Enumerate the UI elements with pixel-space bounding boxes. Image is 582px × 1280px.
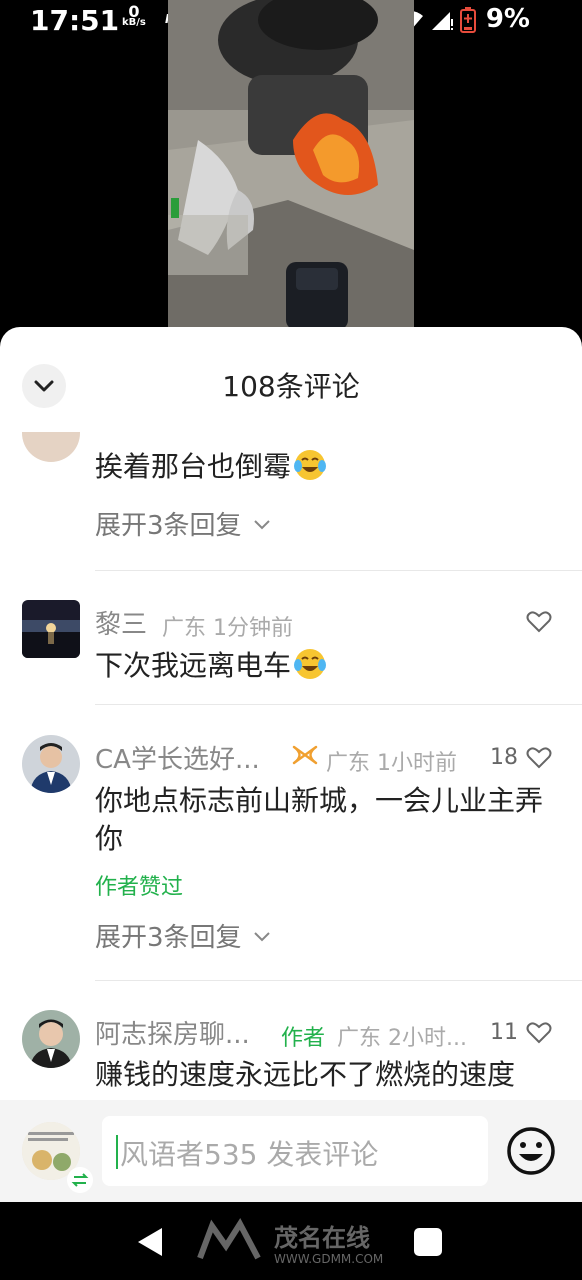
watermark: 茂名在线 WWW.GDMM.COM	[196, 1216, 383, 1266]
comment-input-bar: 风语者535 发表评论	[0, 1100, 582, 1202]
system-nav-bar: 茂名在线 WWW.GDMM.COM	[0, 1202, 582, 1280]
signal-icon	[432, 12, 453, 30]
comment-sheet: 108条评论 挨着那台也倒霉 展开3条回复 黎三 广东 1分钟前 下次我远离电车…	[0, 327, 582, 1202]
creator-badge-icon	[292, 745, 318, 765]
comment-text-content: 挨着那台也倒霉	[95, 450, 292, 483]
comment-meta: 广东 1小时前	[326, 751, 457, 776]
status-time: 17:51	[30, 4, 120, 37]
expand-replies[interactable]: 展开3条回复	[95, 917, 272, 954]
comment-avatar[interactable]	[22, 600, 80, 658]
expand-replies-label: 展开3条回复	[95, 511, 242, 541]
like-button[interactable]: 18	[490, 745, 552, 770]
man-avatar-image	[22, 1010, 80, 1068]
liked-by-author-label: 作者赞过	[95, 875, 184, 900]
battery-low-icon	[460, 7, 476, 33]
watermark-brand: 茂名在线	[274, 1224, 370, 1252]
author-badge: 作者	[281, 1026, 326, 1051]
emoji-picker-icon[interactable]	[506, 1126, 556, 1176]
comment-input-placeholder: 风语者535 发表评论	[120, 1138, 379, 1171]
comment-text-content: 下次我远离电车	[95, 649, 292, 682]
switch-account-icon[interactable]	[66, 1166, 94, 1194]
sunset-avatar-image	[22, 600, 80, 658]
network-speed-value: 0	[128, 2, 140, 21]
text-caret	[116, 1135, 118, 1169]
expand-replies[interactable]: 展开3条回复	[95, 505, 272, 542]
watermark-url: WWW.GDMM.COM	[274, 1252, 384, 1266]
home-square-icon[interactable]	[414, 1228, 442, 1256]
like-count: 18	[490, 745, 518, 770]
comment-text: 下次我远离电车	[95, 647, 552, 685]
like-button[interactable]	[526, 610, 552, 634]
commenter-name[interactable]: CA学长选好...	[95, 739, 260, 776]
watermark-logo-icon	[197, 1218, 261, 1260]
comment-text: 你地点标志前山新城，一会儿业主弄你	[95, 784, 544, 855]
heart-icon	[526, 611, 552, 633]
laugh-cry-emoji-icon	[294, 450, 327, 480]
comment-divider	[95, 980, 582, 981]
like-count: 11	[490, 1020, 518, 1045]
comment-avatar[interactable]	[22, 735, 80, 793]
comment-avatar[interactable]	[22, 432, 80, 462]
comments-count-title: 108条评论	[222, 370, 360, 403]
network-speed: 0 kB/s	[122, 2, 146, 29]
battery-percent: 9%	[485, 4, 530, 34]
like-button[interactable]: 11	[490, 1020, 552, 1045]
comment-meta: 广东 2小时...	[337, 1026, 467, 1051]
heart-icon	[526, 746, 552, 768]
expand-replies-label: 展开3条回复	[95, 923, 242, 953]
heart-icon	[526, 1021, 552, 1043]
comment-avatar[interactable]	[22, 1010, 80, 1068]
network-speed-unit: kB/s	[122, 17, 146, 28]
comment-text: 挨着那台也倒霉	[95, 448, 552, 486]
man-in-suit-avatar-image	[22, 735, 80, 793]
comment-meta: 广东 1分钟前	[162, 616, 293, 641]
comment-list[interactable]: 挨着那台也倒霉 展开3条回复 黎三 广东 1分钟前 下次我远离电车 CA学长选好…	[0, 432, 582, 1102]
comment-divider	[95, 704, 582, 705]
chevron-down-icon	[253, 519, 270, 529]
commenter-name[interactable]: 黎三	[95, 604, 147, 641]
comment-divider	[95, 570, 582, 571]
video-thumbnail[interactable]	[168, 0, 414, 330]
video-frame-image	[168, 0, 414, 330]
comment-input[interactable]: 风语者535 发表评论	[102, 1116, 488, 1186]
back-triangle-icon[interactable]	[136, 1226, 164, 1258]
comment-text: 赚钱的速度永远比不了燃烧的速度	[95, 1058, 516, 1091]
commenter-name[interactable]: 阿志探房聊...	[95, 1014, 250, 1051]
laugh-cry-emoji-icon	[294, 649, 327, 679]
chevron-down-icon	[253, 931, 270, 941]
